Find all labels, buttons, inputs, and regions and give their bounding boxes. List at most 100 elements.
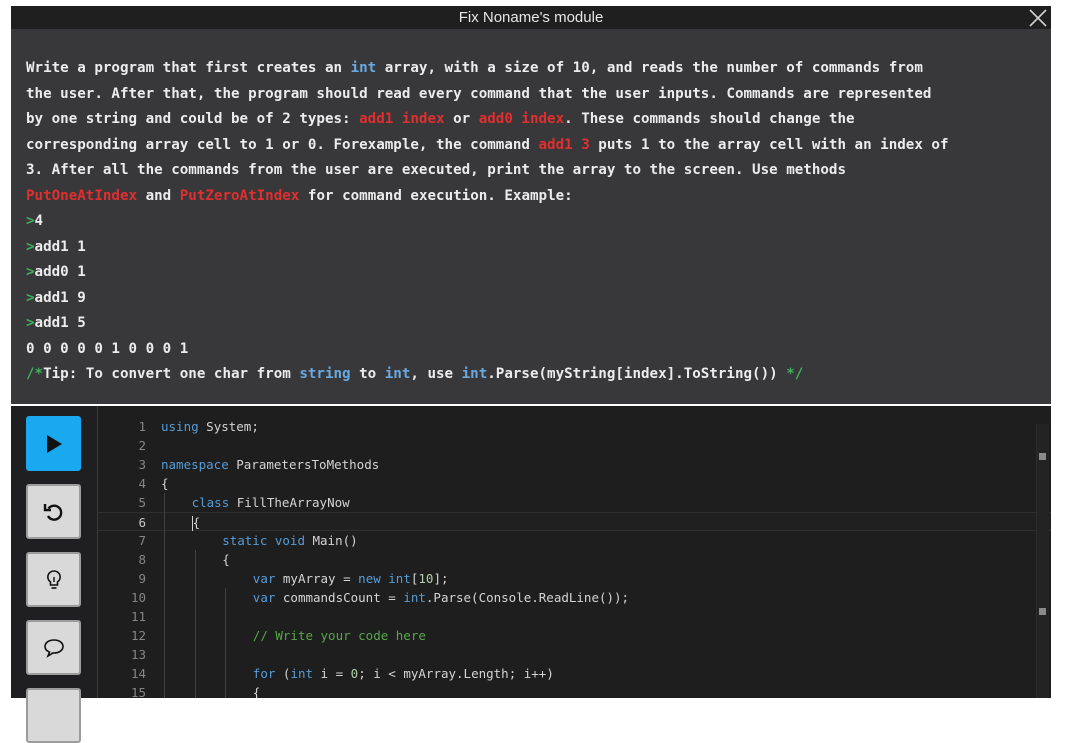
task-text: add1 9 xyxy=(34,289,86,306)
code-line[interactable]: 8{ xyxy=(98,550,1051,569)
line-number: 5 xyxy=(138,495,146,510)
code-token: int xyxy=(403,590,426,605)
task-text: for command execution. Example: xyxy=(299,187,573,204)
task-text: PutOneAtIndex xyxy=(26,187,138,204)
code-token: FillTheArrayNow xyxy=(229,495,350,510)
code-token: for xyxy=(252,666,276,681)
code-editor[interactable]: 1 using System; 2 3 namespace ParametersToMe… xyxy=(98,406,1051,698)
task-text: 3. After all the commands from the user … xyxy=(26,162,846,178)
task-line: PutOneAtIndex and PutZeroAtIndex for com… xyxy=(26,184,1039,210)
code-token: { xyxy=(192,515,201,530)
speech-bubble-icon xyxy=(43,638,64,658)
run-button[interactable] xyxy=(26,416,81,471)
code-text: { xyxy=(222,550,230,569)
code-text: { xyxy=(253,683,261,698)
code-text: var myArray = new int[10]; xyxy=(253,569,449,588)
code-text: // Write your code here xyxy=(253,626,426,645)
code-line[interactable]: 4{ xyxy=(98,474,1051,493)
hint-button[interactable] xyxy=(26,552,81,607)
task-text: > xyxy=(26,264,35,280)
task-line: Write a program that first creates an in… xyxy=(26,56,1039,82)
code-line[interactable]: 1 using System; xyxy=(98,417,1051,436)
line-number: 7 xyxy=(138,533,146,548)
task-text: > xyxy=(26,238,35,255)
task-line: the user. After that, the program should… xyxy=(26,82,1039,108)
code-line[interactable]: 15 { xyxy=(98,683,1051,698)
scroll-marker xyxy=(1039,453,1046,460)
code-token: // Write your code here xyxy=(252,628,426,643)
code-token: class xyxy=(191,495,230,510)
task-text: int xyxy=(350,60,377,76)
task-line: >4 xyxy=(26,209,1039,235)
code-token: commandsCount = xyxy=(275,590,404,605)
task-description: Write a program that first creates an in… xyxy=(11,29,1051,404)
scrollbar[interactable] xyxy=(1036,424,1049,698)
code-token: var xyxy=(252,590,276,605)
task-text: PutZeroAtIndex xyxy=(179,187,300,204)
code-line[interactable]: 6{ xyxy=(98,512,1051,531)
code-token: myArray = xyxy=(275,571,359,586)
code-text: { xyxy=(191,513,201,532)
code-line[interactable]: 2 xyxy=(98,436,1051,455)
code-line[interactable]: 9 var myArray = new int[10]; xyxy=(98,569,1051,588)
indent-guide xyxy=(194,550,196,698)
task-text: add1 3 xyxy=(538,136,590,153)
task-text: add1 5 xyxy=(34,315,86,331)
line-number: 6 xyxy=(138,515,146,530)
task-text: */ xyxy=(786,366,804,382)
code-token: 10 xyxy=(418,571,434,586)
code-line[interactable]: 14 for (int i = 0; i < myArray.Length; i+… xyxy=(98,664,1051,683)
task-text: add0 index xyxy=(478,111,565,127)
code-line[interactable]: 3 namespace ParametersToMethods xyxy=(98,455,1051,474)
code-line[interactable]: 12 // Write your code here xyxy=(98,626,1051,645)
code-text: namespace ParametersToMethods xyxy=(161,455,379,474)
code-line[interactable]: 5 class FillTheArrayNow xyxy=(98,493,1051,512)
code-token: using xyxy=(161,419,199,434)
task-text: corresponding array cell to 1 or 0. Fore… xyxy=(26,136,539,153)
task-line: >add0 1 xyxy=(26,260,1039,286)
code-line[interactable]: 11 xyxy=(98,607,1051,626)
task-text: 0 0 0 0 0 1 0 0 0 1 xyxy=(26,340,189,357)
code-token: int xyxy=(290,666,314,681)
code-token: System; xyxy=(198,419,259,434)
line-number: 14 xyxy=(130,666,146,681)
line-number: 9 xyxy=(138,571,146,586)
reset-icon xyxy=(43,503,62,521)
code-line[interactable]: 10 var commandsCount = int.Parse(Console.… xyxy=(98,588,1051,607)
task-line: >add1 5 xyxy=(26,311,1039,337)
chat-button[interactable] xyxy=(26,620,81,675)
code-token: Main() xyxy=(304,533,358,548)
close-icon[interactable] xyxy=(1027,7,1049,29)
task-text: int xyxy=(461,366,488,382)
code-text: { xyxy=(161,474,169,493)
indent-guide xyxy=(225,588,227,698)
title-bar: Fix Noname's module xyxy=(11,6,1051,29)
line-number: 13 xyxy=(130,647,146,662)
reset-button[interactable] xyxy=(26,484,81,539)
code-text: using System; xyxy=(161,417,259,436)
more-button[interactable] xyxy=(26,688,81,743)
task-text: Tip: To convert one char from xyxy=(43,366,300,382)
task-text: by one string and could be of 2 types: xyxy=(26,111,360,127)
task-text: add0 1 xyxy=(34,264,86,280)
code-token: void xyxy=(274,533,305,548)
task-line: /*Tip: To convert one char from string t… xyxy=(26,362,1039,388)
task-line: by one string and could be of 2 types: a… xyxy=(26,107,1039,133)
code-token: static xyxy=(222,533,268,548)
code-text: class FillTheArrayNow xyxy=(192,493,350,512)
task-text: int xyxy=(384,366,411,382)
task-text: , use xyxy=(410,366,462,382)
code-line[interactable]: 13 xyxy=(98,645,1051,664)
scroll-marker xyxy=(1039,608,1046,615)
task-text: Write a program that first creates an xyxy=(26,60,351,76)
task-text: 4 xyxy=(34,213,44,229)
task-text: . These commands should change the xyxy=(564,111,855,127)
task-line: 0 0 0 0 0 1 0 0 0 1 xyxy=(26,337,1039,363)
line-number: 3 xyxy=(138,457,146,472)
code-line[interactable]: 7 static void Main() xyxy=(98,531,1051,550)
task-text: array, with a size of 10, and reads the … xyxy=(376,60,923,76)
code-text: var commandsCount = int.Parse(Console.Re… xyxy=(253,588,629,607)
task-text: the user. After that, the program should… xyxy=(26,85,932,102)
code-token: { xyxy=(161,476,169,491)
task-text: puts 1 to the array cell with an index o… xyxy=(589,136,949,153)
